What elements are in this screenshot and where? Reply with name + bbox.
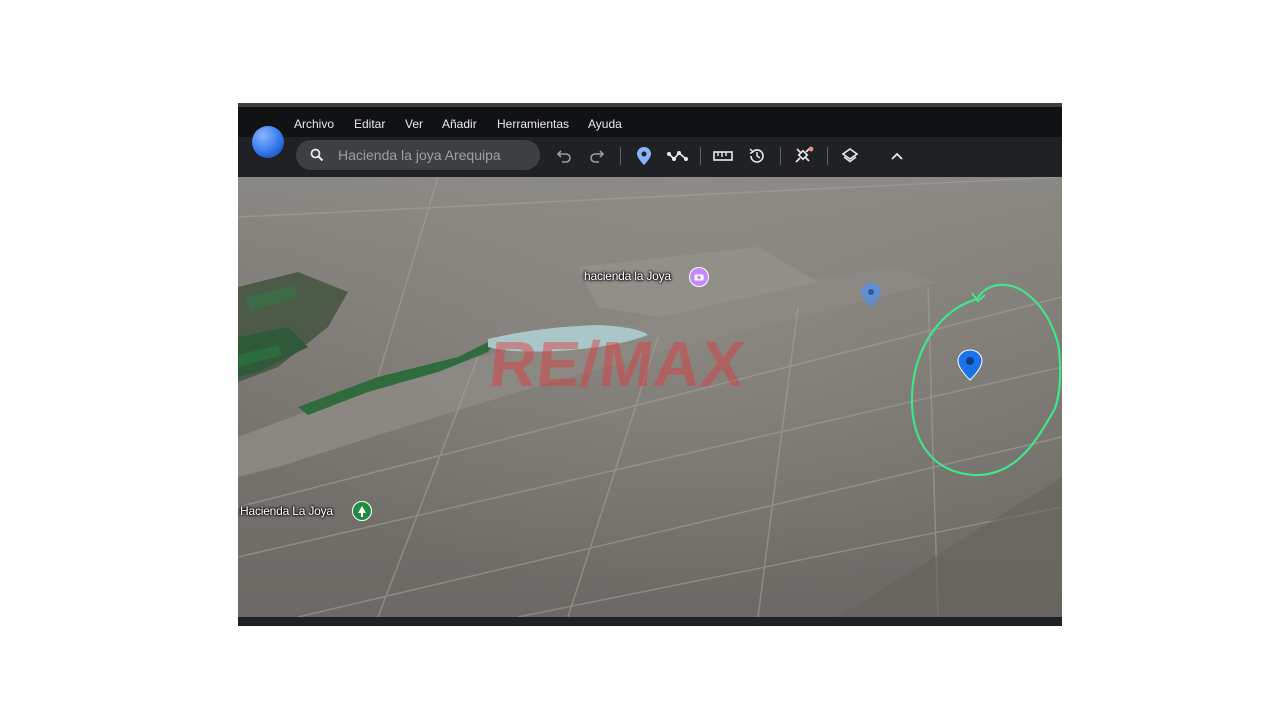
tree-icon <box>358 505 366 517</box>
menu-herramientas[interactable]: Herramientas <box>497 117 569 131</box>
undo-button[interactable] <box>552 145 576 167</box>
menu-anadir[interactable]: Añadir <box>442 117 477 131</box>
satellite-icon <box>795 146 814 163</box>
toolbar-divider <box>827 147 828 165</box>
menu-archivo[interactable]: Archivo <box>294 117 334 131</box>
park-icon[interactable] <box>352 501 372 521</box>
tourist-attraction-icon[interactable] <box>689 267 709 287</box>
place-label-hacienda-la-joya[interactable]: Hacienda La Joya <box>240 504 333 518</box>
menu-bar: Archivo Editar Ver Añadir Herramientas A… <box>238 107 1062 137</box>
layers-button[interactable] <box>838 145 862 167</box>
layers-icon <box>841 148 859 163</box>
search-box[interactable] <box>296 140 540 170</box>
history-icon <box>749 148 764 163</box>
placemark-pin[interactable] <box>957 349 983 381</box>
draw-path-button[interactable] <box>666 145 690 167</box>
toolbar-divider <box>700 147 701 165</box>
path-icon <box>667 151 688 161</box>
search-input[interactable] <box>338 144 528 166</box>
camera-icon <box>694 274 704 281</box>
add-placemark-button[interactable] <box>632 145 656 167</box>
redo-button[interactable] <box>585 145 609 167</box>
status-bar <box>238 617 1062 626</box>
ruler-icon <box>713 151 733 161</box>
redo-icon <box>590 150 605 163</box>
ruler-button[interactable] <box>711 145 735 167</box>
place-label-hacienda[interactable]: hacienda la Joya <box>584 269 671 283</box>
earth-logo-icon[interactable] <box>252 126 284 158</box>
map-view[interactable]: RE/MAX hacienda la Joya Hacienda La Joya <box>238 177 1062 617</box>
history-button[interactable] <box>745 145 769 167</box>
collapse-icon <box>891 152 903 160</box>
search-icon <box>310 148 324 162</box>
placemark-icon <box>637 147 651 165</box>
menu-ayuda[interactable]: Ayuda <box>588 117 622 131</box>
menu-editar[interactable]: Editar <box>354 117 385 131</box>
drawn-outline <box>910 283 1062 477</box>
satellite-button[interactable] <box>792 145 816 167</box>
google-earth-window: Archivo Editar Ver Añadir Herramientas A… <box>238 103 1062 626</box>
menu-ver[interactable]: Ver <box>405 117 423 131</box>
toolbar-divider <box>780 147 781 165</box>
undo-icon <box>556 150 571 163</box>
toolbar-divider <box>620 147 621 165</box>
collapse-toolbar-button[interactable] <box>885 145 909 167</box>
